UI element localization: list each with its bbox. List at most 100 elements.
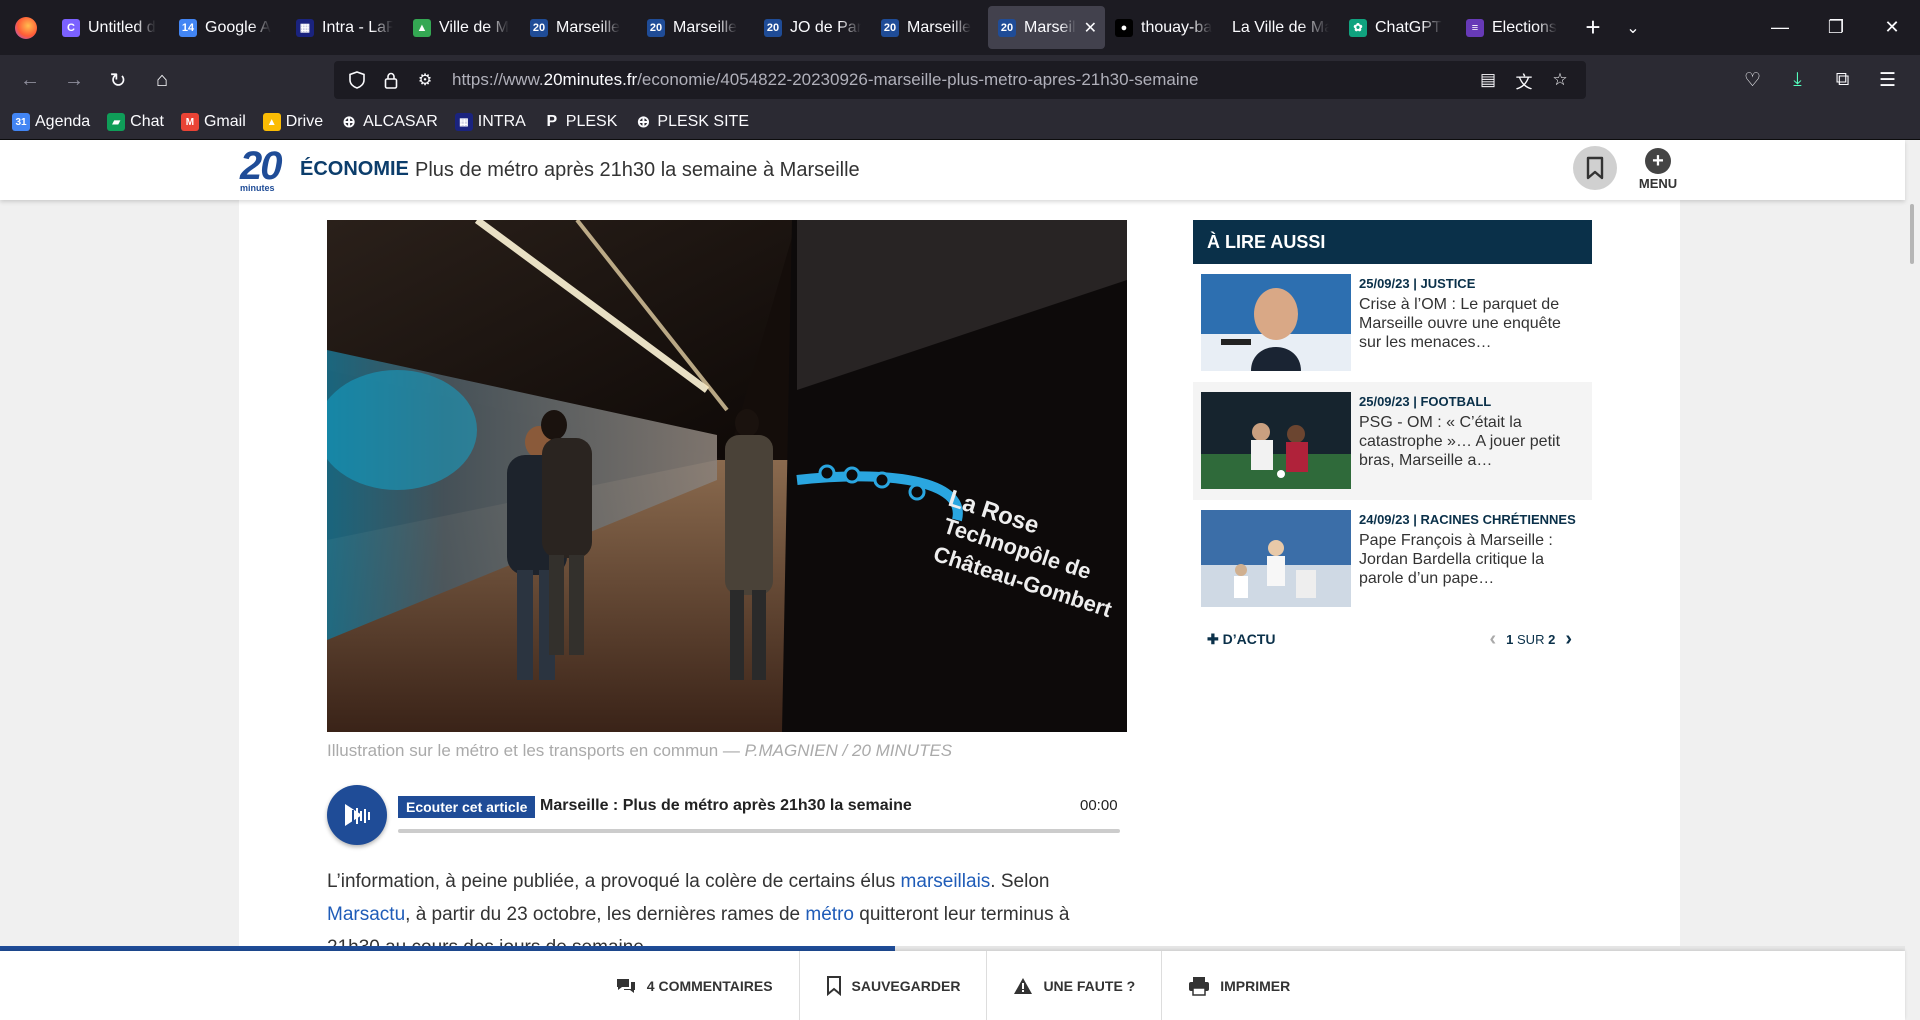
report-error-button[interactable]: UNE FAUTE ? [987, 951, 1163, 1020]
bookmark-label: Agenda [35, 113, 91, 130]
print-button[interactable]: IMPRIMER [1162, 951, 1316, 1020]
forward-icon[interactable]: → [52, 60, 96, 100]
site-logo[interactable]: 20 minutes [240, 146, 284, 194]
bookmark-item[interactable]: ▲ Drive [262, 113, 324, 131]
audio-title: Marseille : Plus de métro après 21h30 la… [540, 797, 912, 814]
related-thumbnail[interactable] [1201, 274, 1351, 371]
url-text[interactable]: https://www.20minutes.fr/economie/405482… [452, 70, 1199, 90]
shield-icon[interactable] [340, 71, 374, 89]
audio-play-button[interactable] [327, 785, 387, 845]
tab-title: Marseille [673, 18, 738, 36]
browser-tab[interactable]: 20 Marseille [871, 6, 988, 49]
bookmark-item[interactable]: 31 Agenda [12, 113, 90, 131]
chevron-left-icon[interactable]: ‹ [1489, 628, 1496, 651]
browser-tab[interactable]: ▲ Ville de M [403, 6, 520, 49]
audio-progress-track[interactable] [398, 829, 1120, 833]
save-button[interactable]: SAUVEGARDER [800, 951, 988, 1020]
bookmark-label: Drive [285, 113, 324, 130]
comments-icon [616, 978, 635, 993]
extensions-icon[interactable]: ⧉ [1820, 60, 1865, 100]
firefox-icon[interactable] [0, 0, 52, 55]
close-tab-icon[interactable]: ✕ [1084, 18, 1097, 38]
plus-icon: ✚ [1207, 631, 1219, 647]
list-tabs-button[interactable]: ⌄ [1613, 18, 1653, 38]
chat-icon: ▰ [107, 113, 126, 131]
lock-icon[interactable] [374, 72, 408, 89]
translate-icon[interactable]: 文 [1506, 68, 1542, 93]
browser-tab[interactable]: ● thouay-ba [1105, 6, 1222, 49]
more-news-link[interactable]: ✚ D’ACTU [1207, 631, 1276, 648]
related-item[interactable]: 25/09/23 | JUSTICE Crise à l’OM : Le par… [1193, 264, 1592, 382]
scrollbar-thumb[interactable] [1910, 204, 1914, 264]
photo-caption: Illustration sur le métro et les transpo… [327, 741, 953, 760]
tab-title: Ville de M [439, 18, 509, 36]
save-article-button[interactable] [1573, 146, 1617, 190]
bookmark-label: Gmail [203, 113, 246, 130]
page-scrollbar[interactable] [1905, 200, 1920, 1020]
hero-photo: La Rose Technopôle de Château-Gombert [327, 220, 1127, 732]
star-bookmark-icon[interactable]: ☆ [1542, 70, 1578, 90]
tab-title: Marseille [907, 18, 972, 36]
bookmark-item[interactable]: ▰ Chat [107, 113, 164, 131]
link-marseillais[interactable]: marseillais [901, 871, 991, 892]
browser-tab[interactable]: ≡ Elections [1456, 6, 1573, 49]
bookmark-label: PLESK SITE [657, 113, 749, 130]
browser-tab[interactable]: C Untitled d [52, 6, 169, 49]
related-item[interactable]: 25/09/23 | FOOTBALL PSG - OM : « C’était… [1193, 382, 1592, 500]
app-menu-icon[interactable]: ☰ [1865, 60, 1910, 100]
tab-title: thouay-ba [1141, 18, 1212, 36]
bookmark-label: INTRA [477, 113, 526, 130]
20minutes-icon: 20 [764, 18, 782, 37]
plus-icon: + [1645, 148, 1671, 174]
new-tab-button[interactable]: + [1573, 6, 1613, 49]
pocket-icon[interactable]: ♡ [1730, 60, 1775, 100]
browser-tab[interactable]: 20 Marseille [520, 6, 637, 49]
20minutes-icon: 20 [881, 18, 899, 37]
bookmark-icon [1586, 156, 1604, 180]
related-pager: ‹ 1 SUR 2 › [1489, 628, 1572, 651]
home-icon[interactable]: ⌂ [140, 60, 184, 100]
bookmark-item[interactable]: ⊕ PLESK SITE [634, 113, 749, 131]
bookmark-label: PLESK [565, 113, 618, 130]
browser-tab[interactable]: ✿ ChatGPT [1339, 6, 1456, 49]
rubric-label[interactable]: ÉCONOMIE [300, 158, 409, 181]
address-bar[interactable]: ⚙ https://www.20minutes.fr/economie/4054… [334, 61, 1586, 99]
menu-button[interactable]: + MENU [1636, 148, 1680, 191]
browser-tab[interactable]: 14 Google A [169, 6, 286, 49]
download-icon[interactable]: ⤓ [1775, 60, 1820, 100]
tab-title: ChatGPT [1375, 18, 1442, 36]
restore-icon[interactable]: ❐ [1808, 0, 1864, 55]
reader-view-icon[interactable]: ▤ [1470, 70, 1506, 90]
bookmark-item[interactable]: M Gmail [180, 113, 246, 131]
calendar-icon: 14 [179, 18, 197, 37]
permissions-icon[interactable]: ⚙ [408, 70, 442, 90]
browser-tab[interactable]: 20 JO de Pari [754, 6, 871, 49]
chatgpt-icon: ✿ [1349, 18, 1367, 37]
bookmark-item[interactable]: P PLESK [543, 113, 618, 131]
related-articles: À LIRE AUSSI 25/09/23 | JUSTICE Crise à … [1193, 220, 1592, 654]
plesk-icon: P [546, 113, 558, 130]
browser-tab[interactable]: ▦ Intra - LaP [286, 6, 403, 49]
browser-tab[interactable]: La Ville de Ma [1222, 6, 1339, 49]
reload-icon[interactable]: ↻ [96, 60, 140, 100]
bookmark-item[interactable]: ⊕ ALCASAR [340, 113, 437, 131]
browser-tab[interactable]: 20 Marseille [637, 6, 754, 49]
warning-icon [1014, 977, 1033, 994]
related-item[interactable]: 24/09/23 | RACINES CHRÉTIENNES Pape Fran… [1193, 500, 1592, 618]
related-heading: À LIRE AUSSI [1193, 220, 1592, 264]
back-icon[interactable]: ← [8, 60, 52, 100]
link-marsactu[interactable]: Marsactu [327, 904, 405, 925]
link-metro[interactable]: métro [805, 904, 854, 925]
drive-icon: ▲ [413, 18, 431, 37]
related-thumbnail[interactable] [1201, 510, 1351, 607]
minimize-icon[interactable]: — [1752, 0, 1808, 55]
gmail-icon: M [180, 113, 199, 131]
browser-tab[interactable]: 20 Marseil ✕ [988, 6, 1105, 49]
web-page: 20 minutes ÉCONOMIE Plus de métro après … [0, 140, 1920, 1020]
chevron-right-icon[interactable]: › [1565, 628, 1572, 651]
tab-title: Untitled d [88, 18, 156, 36]
bookmark-item[interactable]: ▦ INTRA [454, 113, 526, 131]
close-window-icon[interactable]: ✕ [1864, 0, 1920, 55]
related-thumbnail[interactable] [1201, 392, 1351, 489]
comments-button[interactable]: 4 COMMENTAIRES [589, 951, 800, 1020]
